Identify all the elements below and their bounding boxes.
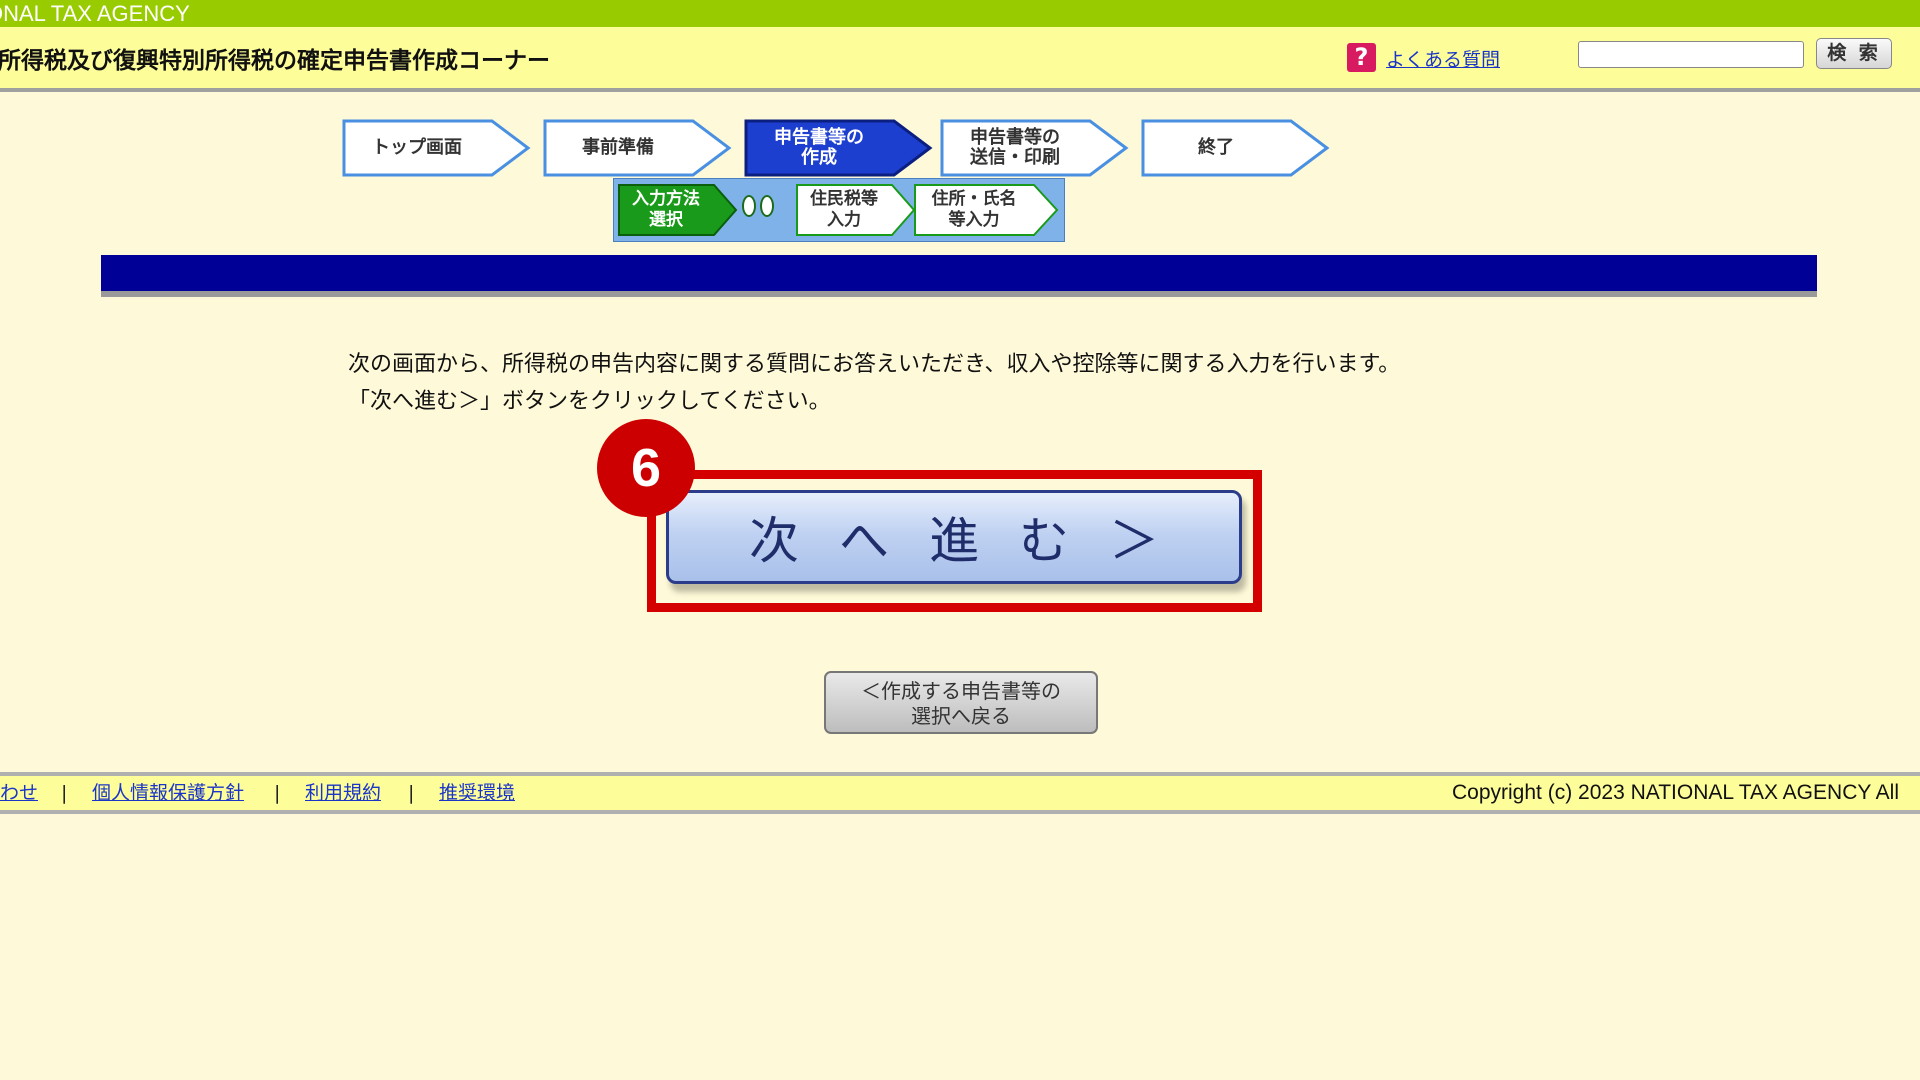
search-input[interactable]: [1578, 41, 1804, 68]
footer-link-terms[interactable]: 利用規約: [305, 776, 381, 810]
search-button[interactable]: 検 索: [1816, 38, 1892, 69]
site-header: 所得税及び復興特別所得税の確定申告書作成コーナー ? よくある質問 検 索: [0, 27, 1920, 92]
step-label: トップ画面: [372, 137, 462, 158]
footer-link-environment[interactable]: 推奨環境: [439, 776, 515, 810]
step-label: 申告書等の 作成: [774, 127, 864, 168]
agency-banner: ONAL TAX AGENCY: [0, 0, 1920, 27]
footer-separator: |: [408, 782, 415, 804]
copyright-text: Copyright (c) 2023 NATIONAL TAX AGENCY A…: [1452, 781, 1899, 804]
back-button[interactable]: ＜作成する申告書等の 選択へ戻る: [824, 671, 1098, 734]
instructions-text: 次の画面から、所得税の申告内容に関する質問にお答えいただき、収入や控除等に関する…: [348, 346, 1400, 420]
substep-label: 入力方法 選択: [632, 189, 700, 230]
step-label: 事前準備: [582, 137, 654, 158]
footer-link-contact[interactable]: わせ: [0, 776, 38, 810]
annotation-highlight-box: [647, 470, 1262, 612]
agency-name: ONAL TAX AGENCY: [0, 1, 190, 26]
substep-label: 住民税等 入力: [810, 189, 878, 230]
help-question-icon[interactable]: ?: [1347, 43, 1376, 72]
dot-icon: [760, 195, 774, 217]
footer-separator: |: [61, 782, 68, 804]
instruction-line: 「次へ進む＞」ボタンをクリックしてください。: [348, 389, 831, 414]
section-title-bar: [101, 255, 1817, 297]
site-footer: わせ | 個人情報保護方針 | 利用規約 | 推奨環境 Copyright (c…: [0, 772, 1920, 814]
step-label: 申告書等の 送信・印刷: [970, 127, 1060, 168]
step-label: 終了: [1198, 137, 1234, 158]
dot-icon: [742, 195, 756, 217]
annotation-step-badge: 6: [597, 419, 695, 517]
substep-label: 住所・氏名 等入力: [931, 189, 1017, 230]
instruction-line: 次の画面から、所得税の申告内容に関する質問にお答えいただき、収入や控除等に関する…: [348, 352, 1401, 377]
faq-link[interactable]: よくある質問: [1386, 45, 1500, 72]
footer-separator: |: [274, 782, 281, 804]
substep-ellipsis-icon: [742, 195, 778, 221]
substep-tracker: 入力方法 選択 住民税等 入力 住所・氏名 等入力: [613, 178, 1065, 242]
page-title: 所得税及び復興特別所得税の確定申告書作成コーナー: [0, 48, 550, 74]
footer-link-privacy[interactable]: 個人情報保護方針: [92, 776, 244, 810]
